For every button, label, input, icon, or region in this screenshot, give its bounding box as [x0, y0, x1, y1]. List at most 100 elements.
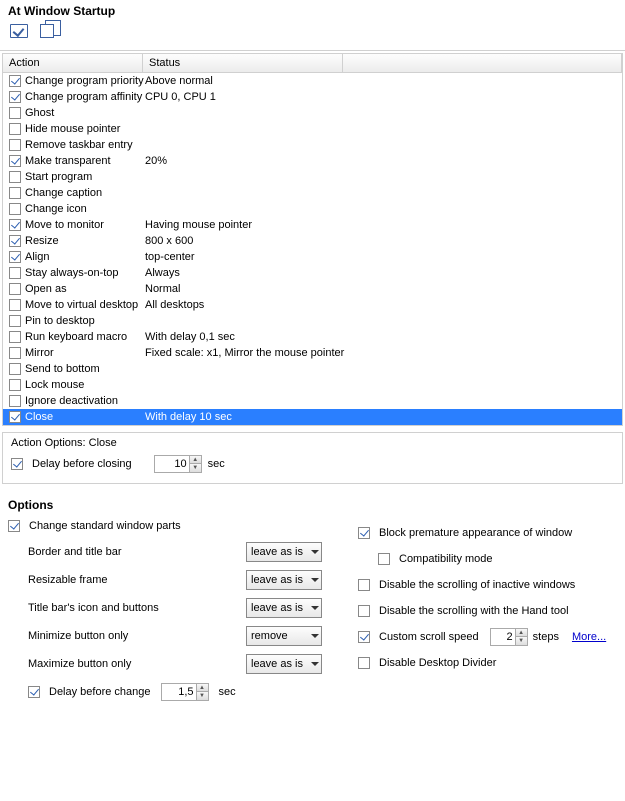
min-select[interactable]: remove	[246, 626, 322, 646]
row-checkbox[interactable]	[9, 123, 21, 135]
table-row[interactable]: Lock mouse	[3, 377, 622, 393]
row-action: Align	[25, 251, 145, 263]
row-checkbox[interactable]	[9, 331, 21, 343]
custom-scroll-checkbox[interactable]	[358, 631, 370, 643]
row-action: Change caption	[25, 187, 145, 199]
block-premature-checkbox[interactable]	[358, 527, 370, 539]
row-status: 20%	[145, 155, 167, 167]
row-action: Change program affinity	[25, 91, 145, 103]
block-premature-label: Block premature appearance of window	[379, 527, 572, 539]
spin-up-icon[interactable]: ▲	[189, 456, 201, 464]
table-row[interactable]: Move to virtual desktopAll desktops	[3, 297, 622, 313]
disable-inactive-checkbox[interactable]	[358, 579, 370, 591]
row-checkbox[interactable]	[9, 411, 21, 423]
disable-hand-checkbox[interactable]	[358, 605, 370, 617]
spin-down-icon[interactable]: ▼	[196, 692, 208, 700]
row-checkbox[interactable]	[9, 251, 21, 263]
row-action: Close	[25, 411, 145, 423]
row-checkbox[interactable]	[9, 283, 21, 295]
spin-down-icon[interactable]: ▼	[189, 464, 201, 472]
table-row[interactable]: Run keyboard macroWith delay 0,1 sec	[3, 329, 622, 345]
column-action[interactable]: Action	[3, 54, 143, 72]
row-checkbox[interactable]	[9, 75, 21, 87]
table-row[interactable]: Change program priorityAbove normal	[3, 73, 622, 89]
table-row[interactable]: Open asNormal	[3, 281, 622, 297]
row-action: Ghost	[25, 107, 145, 119]
column-status[interactable]: Status	[143, 54, 343, 72]
row-checkbox[interactable]	[9, 395, 21, 407]
row-checkbox[interactable]	[9, 203, 21, 215]
row-checkbox[interactable]	[9, 139, 21, 151]
titlebar-select[interactable]: leave as is	[246, 598, 322, 618]
action-options-panel: Action Options: Close Delay before closi…	[2, 432, 623, 484]
row-checkbox[interactable]	[9, 379, 21, 391]
chevron-down-icon	[311, 550, 319, 554]
table-row[interactable]: Aligntop-center	[3, 249, 622, 265]
max-select[interactable]: leave as is	[246, 654, 322, 674]
row-checkbox[interactable]	[9, 155, 21, 167]
check-all-icon[interactable]	[10, 24, 30, 44]
row-checkbox[interactable]	[9, 267, 21, 279]
table-row[interactable]: Resize800 x 600	[3, 233, 622, 249]
row-status: With delay 10 sec	[145, 411, 232, 423]
row-checkbox[interactable]	[9, 187, 21, 199]
row-checkbox[interactable]	[9, 107, 21, 119]
compat-mode-checkbox[interactable]	[378, 553, 390, 565]
row-action: Move to monitor	[25, 219, 145, 231]
table-row[interactable]: Pin to desktop	[3, 313, 622, 329]
table-row[interactable]: Remove taskbar entry	[3, 137, 622, 153]
table-row[interactable]: Stay always-on-topAlways	[3, 265, 622, 281]
row-status: All desktops	[145, 299, 204, 311]
row-action: Resize	[25, 235, 145, 247]
table-row[interactable]: Make transparent20%	[3, 153, 622, 169]
frame-select[interactable]: leave as is	[246, 570, 322, 590]
row-status: Above normal	[145, 75, 213, 87]
spin-up-icon[interactable]: ▲	[515, 629, 527, 637]
frame-label: Resizable frame	[28, 574, 107, 586]
delay-change-checkbox[interactable]	[28, 686, 40, 698]
list-header: Action Status	[3, 54, 622, 73]
table-row[interactable]: Change caption	[3, 185, 622, 201]
min-label: Minimize button only	[28, 630, 128, 642]
delay-before-closing-input[interactable]: ▲▼	[154, 455, 202, 473]
row-checkbox[interactable]	[9, 315, 21, 327]
table-row[interactable]: CloseWith delay 10 sec	[3, 409, 622, 425]
custom-scroll-label: Custom scroll speed	[379, 631, 479, 643]
row-checkbox[interactable]	[9, 235, 21, 247]
spin-up-icon[interactable]: ▲	[196, 684, 208, 692]
row-status: CPU 0, CPU 1	[145, 91, 216, 103]
row-checkbox[interactable]	[9, 91, 21, 103]
disable-divider-checkbox[interactable]	[358, 657, 370, 669]
row-action: Ignore deactivation	[25, 395, 145, 407]
table-row[interactable]: Start program	[3, 169, 622, 185]
table-row[interactable]: Change icon	[3, 201, 622, 217]
copy-icon[interactable]	[40, 24, 60, 44]
options-title: Options	[8, 494, 617, 514]
table-row[interactable]: Move to monitorHaving mouse pointer	[3, 217, 622, 233]
disable-hand-label: Disable the scrolling with the Hand tool	[379, 605, 569, 617]
change-parts-label: Change standard window parts	[29, 520, 181, 532]
spin-down-icon[interactable]: ▼	[515, 637, 527, 645]
table-row[interactable]: Ghost	[3, 105, 622, 121]
table-row[interactable]: Send to bottom	[3, 361, 622, 377]
border-select[interactable]: leave as is	[246, 542, 322, 562]
table-row[interactable]: Ignore deactivation	[3, 393, 622, 409]
max-label: Maximize button only	[28, 658, 131, 670]
more-link[interactable]: More...	[572, 631, 606, 643]
row-checkbox[interactable]	[9, 363, 21, 375]
table-row[interactable]: MirrorFixed scale: x1, Mirror the mouse …	[3, 345, 622, 361]
row-checkbox[interactable]	[9, 299, 21, 311]
change-parts-checkbox[interactable]	[8, 520, 20, 532]
row-checkbox[interactable]	[9, 347, 21, 359]
delay-before-closing-checkbox[interactable]	[11, 458, 23, 470]
actions-list: Action Status Change program priorityAbo…	[2, 53, 623, 426]
table-row[interactable]: Change program affinityCPU 0, CPU 1	[3, 89, 622, 105]
section-title-startup: At Window Startup	[0, 0, 625, 20]
custom-scroll-input[interactable]: ▲▼	[490, 628, 528, 646]
delay-change-input[interactable]: ▲▼	[161, 683, 209, 701]
table-row[interactable]: Hide mouse pointer	[3, 121, 622, 137]
chevron-down-icon	[311, 578, 319, 582]
row-checkbox[interactable]	[9, 219, 21, 231]
disable-divider-label: Disable Desktop Divider	[379, 657, 496, 669]
row-checkbox[interactable]	[9, 171, 21, 183]
